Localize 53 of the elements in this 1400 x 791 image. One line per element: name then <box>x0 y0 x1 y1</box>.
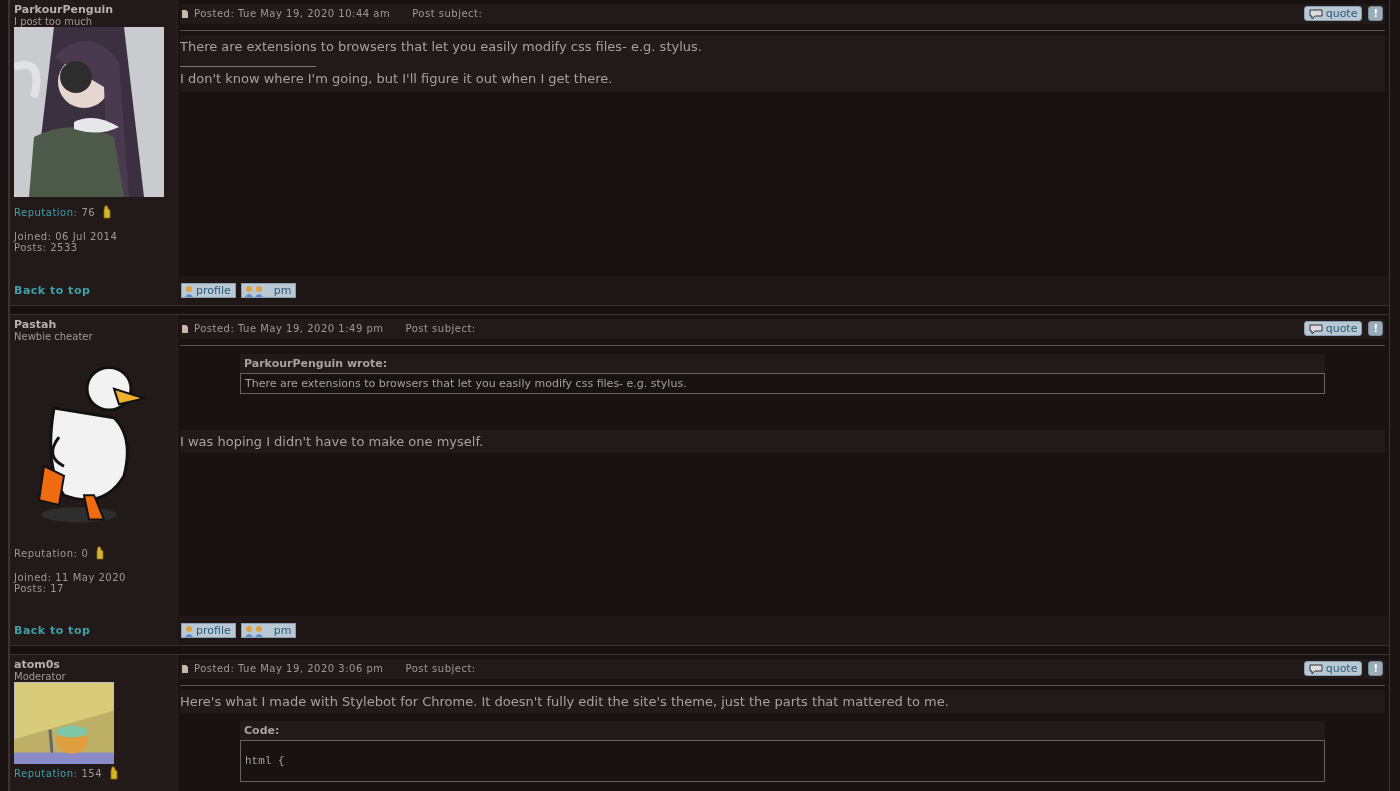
post-subject-label: Post subject: <box>405 323 476 334</box>
code-label: Code: <box>240 721 1325 740</box>
reputation-value: 154 <box>81 767 102 779</box>
quote-text: There are extensions to browsers that let you easily modify css files- e.g. stylus. <box>240 373 1325 394</box>
post-text: I was hoping I didn't have to make one myself. <box>180 430 1385 453</box>
reputation-label: Reputation: <box>14 767 78 779</box>
quote-author: ParkourPenguin wrote: <box>240 354 1325 373</box>
user-rank: Newbie cheater <box>14 331 94 342</box>
post-text: Here's what I made with Stylebot for Chrome. It doesn't fully edit the site's theme, just the parts that mattered to me. <box>180 690 1385 713</box>
pm-button[interactable]: pm <box>240 623 297 638</box>
signature-text: I don't know where I'm going, but I'll figure it out when I get there. <box>180 70 614 88</box>
quote-button[interactable]: quote <box>1303 321 1363 336</box>
user-icon <box>243 624 264 637</box>
author-name: Pastah <box>14 318 58 331</box>
user-icon <box>243 284 264 297</box>
post-icon <box>182 664 188 673</box>
thumbs-up-icon[interactable] <box>103 205 112 219</box>
speech-bubble-icon <box>1308 663 1323 674</box>
join-date: Joined: 11 May 2020 <box>14 572 127 583</box>
user-rank: I post too much <box>14 16 94 27</box>
code-block: html { <box>240 740 1325 782</box>
reputation-value: 76 <box>81 206 96 218</box>
user-icon <box>184 284 194 297</box>
post-count: Posts: 2533 <box>14 242 79 253</box>
post-text: There are extensions to browsers that let you easily modify css files- e.g. stylus. <box>180 35 1385 58</box>
post-subject-label: Post subject: <box>412 8 483 19</box>
quote-button[interactable]: quote <box>1303 661 1363 676</box>
reputation-label: Reputation: <box>14 206 78 218</box>
author-name: ParkourPenguin <box>14 3 115 16</box>
post-count: Posts: 17 <box>14 583 65 594</box>
reputation-value: 0 <box>81 547 89 559</box>
post-subject-label: Post subject: <box>405 663 476 674</box>
pm-button[interactable]: pm <box>240 283 297 298</box>
speech-bubble-icon <box>1308 323 1323 334</box>
user-rank: Moderator <box>14 671 67 682</box>
post-date: Posted: Tue May 19, 2020 10:44 am <box>194 8 391 19</box>
thumbs-up-icon[interactable] <box>96 546 105 560</box>
post-date: Posted: Tue May 19, 2020 1:49 pm <box>194 323 384 334</box>
speech-bubble-icon <box>1308 8 1323 19</box>
quote-button[interactable]: quote <box>1303 6 1363 21</box>
post-icon <box>182 324 188 333</box>
post-date: Posted: Tue May 19, 2020 3:06 pm <box>194 663 384 674</box>
reputation-label: Reputation: <box>14 547 78 559</box>
join-date: Joined: 06 Jul 2014 <box>14 231 119 242</box>
thumbs-up-icon[interactable] <box>110 766 118 780</box>
author-name: atom0s <box>14 658 61 671</box>
report-button[interactable]: ! <box>1368 321 1383 336</box>
user-icon <box>184 624 194 637</box>
report-button[interactable]: ! <box>1368 6 1383 21</box>
post-icon <box>182 9 188 18</box>
report-button[interactable]: ! <box>1368 661 1383 676</box>
profile-button[interactable]: profile <box>181 283 236 298</box>
profile-button[interactable]: profile <box>181 623 236 638</box>
